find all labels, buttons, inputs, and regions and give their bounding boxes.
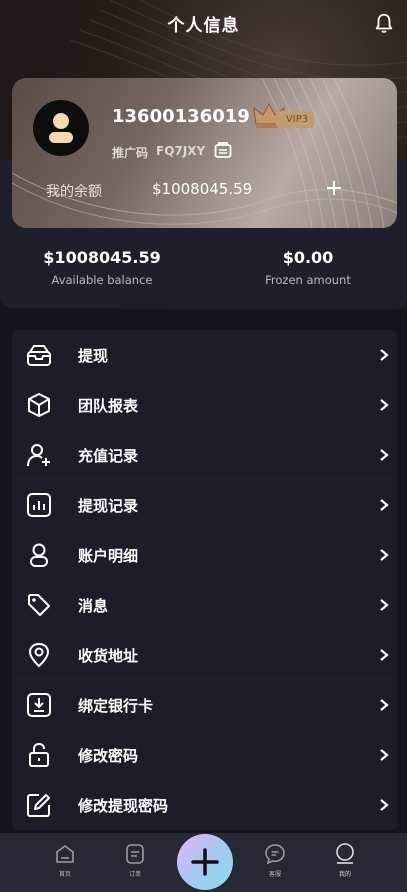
page-header: 个人信息 <box>0 0 407 46</box>
tab-label: 订单 <box>128 871 141 878</box>
tab-label: 客服 <box>268 871 281 878</box>
phone-number: 13600136019 <box>112 106 250 127</box>
menu-item-recharge-records[interactable]: 充值记录 <box>12 430 397 480</box>
tab-home[interactable]: 首页 <box>45 843 85 878</box>
chevron-right-icon <box>380 549 389 561</box>
menu-item-withdraw-records[interactable]: 提现记录 <box>12 480 397 530</box>
tab-label: 首页 <box>58 871 71 878</box>
frozen-amount-label: Frozen amount <box>265 273 351 287</box>
home-icon <box>56 845 74 863</box>
user-icon <box>30 543 48 567</box>
chevron-right-icon <box>380 649 389 661</box>
tab-mine[interactable]: 我的 <box>325 843 365 878</box>
chevron-right-icon <box>380 399 389 411</box>
menu-item-account-details[interactable]: 账户明细 <box>12 530 397 580</box>
frozen-amount-value: $0.00 <box>282 248 334 267</box>
cube-icon <box>28 393 50 417</box>
vip-badge: VIP3 <box>276 111 314 128</box>
chevron-right-icon <box>380 699 389 711</box>
available-balance-value: $1008045.59 <box>43 248 161 267</box>
menu-label: 收货地址 <box>78 647 139 665</box>
avatar-user-icon <box>49 113 73 143</box>
edit-icon <box>27 794 50 817</box>
available-balance-label: Available balance <box>51 273 153 287</box>
menu-label: 提现 <box>78 347 109 365</box>
bar-chart-icon <box>27 493 51 517</box>
menu-item-bind-bank-card[interactable]: 绑定银行卡 <box>12 680 397 730</box>
menu-label: 账户明细 <box>78 547 139 565</box>
chevron-right-icon <box>380 499 389 511</box>
menu-list: 提现 团队报表 充值记录 提现记录 账户明细 消息 收货地址 绑定银行卡 修改密… <box>12 330 397 830</box>
balance-stats: $1008045.59 Available balance $0.00 Froz… <box>0 248 407 298</box>
chevron-right-icon <box>380 449 389 461</box>
menu-label: 提现记录 <box>78 497 139 515</box>
lock-icon <box>29 742 49 767</box>
referral-code: FQ7JXY <box>156 144 206 158</box>
menu-item-shipping-address[interactable]: 收货地址 <box>12 630 397 680</box>
plus-icon <box>191 848 219 876</box>
menu-item-change-withdraw-password[interactable]: 修改提现密码 <box>12 780 397 830</box>
tab-label: 我的 <box>338 871 351 878</box>
chat-icon <box>265 844 285 865</box>
frozen-amount: $0.00 Frozen amount <box>218 248 398 287</box>
tab-orders[interactable]: 订单 <box>115 843 155 878</box>
referral-label: 推广码 <box>112 146 149 160</box>
available-balance: $1008045.59 Available balance <box>12 248 192 287</box>
profile-card: 13600136019 VIP3 推广码 FQ7JXY 我的余额 $100804… <box>12 78 397 228</box>
copy-icon[interactable] <box>214 141 232 159</box>
chevron-right-icon <box>380 599 389 611</box>
page-title: 个人信息 <box>167 15 240 36</box>
menu-label: 修改密码 <box>78 747 139 765</box>
chevron-right-icon <box>380 799 389 811</box>
chevron-right-icon <box>380 349 389 361</box>
menu-label: 绑定银行卡 <box>78 697 154 715</box>
menu-label: 充值记录 <box>78 447 139 465</box>
tab-customer-service[interactable]: 客服 <box>255 843 295 878</box>
center-plus-button[interactable] <box>177 834 233 890</box>
add-balance-button[interactable] <box>324 178 344 198</box>
avatar[interactable] <box>33 100 89 156</box>
chevron-right-icon <box>380 749 389 761</box>
menu-item-withdraw[interactable]: 提现 <box>12 330 397 380</box>
profile-icon <box>336 843 354 864</box>
location-pin-icon <box>28 642 50 668</box>
menu-item-team-report[interactable]: 团队报表 <box>12 380 397 430</box>
balance-value: $1008045.59 <box>152 180 253 198</box>
order-icon <box>126 844 144 864</box>
balance-label: 我的余额 <box>46 184 102 200</box>
withdraw-inbox-icon <box>27 345 51 366</box>
tag-icon <box>28 594 50 616</box>
bell-icon[interactable] <box>373 12 395 34</box>
menu-label: 修改提现密码 <box>78 797 169 815</box>
menu-label: 团队报表 <box>78 397 139 415</box>
menu-label: 消息 <box>78 597 109 615</box>
add-user-icon <box>27 444 50 467</box>
menu-item-change-password[interactable]: 修改密码 <box>12 730 397 780</box>
download-box-icon <box>27 693 51 717</box>
menu-item-messages[interactable]: 消息 <box>12 580 397 630</box>
